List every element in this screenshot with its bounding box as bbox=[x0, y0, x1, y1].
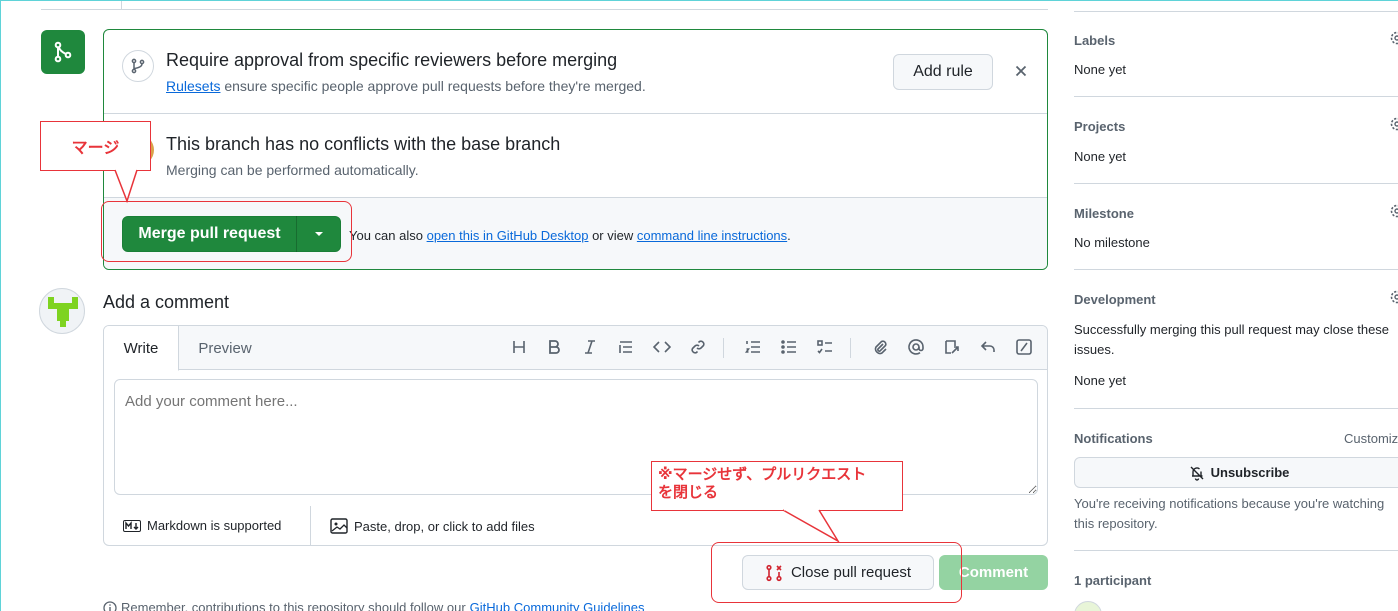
close-pr-callout: ※マージせず、プルリクエスト を閉じる bbox=[651, 461, 903, 511]
guidelines-note: Remember, contributions to this reposito… bbox=[103, 600, 645, 611]
info-icon bbox=[103, 600, 117, 611]
rulesets-link[interactable]: Rulesets bbox=[166, 78, 220, 94]
avatar bbox=[39, 288, 85, 334]
customize-link[interactable]: Customize bbox=[1344, 431, 1398, 446]
ruleset-section: Require approval from specific reviewers… bbox=[104, 30, 1047, 114]
github-desktop-link[interactable]: open this in GitHub Desktop bbox=[427, 228, 589, 243]
notifications-heading: Notifications bbox=[1074, 431, 1153, 446]
merge-callout-pointer bbox=[114, 167, 138, 204]
merge-hint: You can also open this in GitHub Desktop… bbox=[349, 228, 791, 243]
editor-tabbar: Write Preview bbox=[104, 326, 1047, 371]
attach-files-link[interactable]: Paste, drop, or click to add files bbox=[330, 518, 535, 534]
git-branch-icon bbox=[122, 50, 154, 82]
notification-reason: this repository. bbox=[1074, 516, 1158, 531]
participants-heading: 1 participant bbox=[1074, 573, 1152, 588]
timeline-stub bbox=[121, 1, 122, 10]
close-pr-highlight-box bbox=[711, 542, 962, 603]
projects-value: None yet bbox=[1074, 149, 1127, 164]
mention-icon[interactable] bbox=[905, 336, 927, 358]
close-pr-callout-pointer bbox=[782, 507, 841, 544]
conflict-description: Merging can be performed automatically. bbox=[166, 162, 419, 178]
task-list-icon[interactable] bbox=[814, 336, 836, 358]
code-icon[interactable] bbox=[651, 336, 673, 358]
development-description: Successfully merging this pull request m… bbox=[1074, 322, 1390, 337]
sidebar-divider bbox=[1074, 11, 1398, 12]
close-icon[interactable] bbox=[1012, 62, 1030, 80]
community-guidelines-link[interactable]: GitHub Community Guidelines bbox=[470, 600, 645, 611]
development-value: None yet bbox=[1074, 373, 1127, 388]
toolbar-separator bbox=[723, 338, 724, 358]
labels-heading[interactable]: Labels bbox=[1074, 33, 1115, 48]
gear-icon[interactable] bbox=[1389, 116, 1398, 137]
reply-icon[interactable] bbox=[977, 336, 999, 358]
tab-preview[interactable]: Preview bbox=[179, 326, 271, 371]
unordered-list-icon[interactable] bbox=[778, 336, 800, 358]
merge-callout: マージ bbox=[40, 121, 151, 171]
tab-write[interactable]: Write bbox=[104, 326, 179, 371]
milestone-heading[interactable]: Milestone bbox=[1074, 206, 1134, 221]
participant-avatar[interactable] bbox=[1074, 601, 1102, 611]
merge-highlight-box bbox=[101, 201, 352, 262]
sidebar-divider bbox=[1074, 183, 1398, 184]
conflict-section: This branch has no conflicts with the ba… bbox=[104, 114, 1047, 198]
toolbar-separator bbox=[850, 338, 851, 358]
unsubscribe-button[interactable]: Unsubscribe bbox=[1074, 457, 1398, 488]
italic-icon[interactable] bbox=[579, 336, 601, 358]
sidebar-divider bbox=[1074, 269, 1398, 270]
reference-icon[interactable] bbox=[941, 336, 963, 358]
development-heading[interactable]: Development bbox=[1074, 292, 1156, 307]
quote-icon[interactable] bbox=[615, 336, 637, 358]
conflict-title: This branch has no conflicts with the ba… bbox=[166, 134, 561, 154]
markdown-supported-link[interactable]: Markdown is supported bbox=[123, 518, 281, 533]
sidebar-divider bbox=[1074, 550, 1398, 551]
attach-icon[interactable] bbox=[869, 336, 891, 358]
ruleset-title: Require approval from specific reviewers… bbox=[166, 50, 618, 70]
ruleset-description: Rulesets ensure specific people approve … bbox=[166, 78, 646, 94]
git-merge-icon bbox=[41, 30, 85, 74]
development-description: issues. bbox=[1074, 342, 1115, 357]
projects-heading[interactable]: Projects bbox=[1074, 119, 1125, 134]
gear-icon[interactable] bbox=[1389, 289, 1398, 310]
slash-command-icon[interactable] bbox=[1013, 336, 1035, 358]
gear-icon[interactable] bbox=[1389, 203, 1398, 224]
labels-value: None yet bbox=[1074, 62, 1127, 77]
add-rule-button[interactable]: Add rule bbox=[893, 54, 993, 90]
link-icon[interactable] bbox=[687, 336, 709, 358]
sidebar-divider bbox=[1074, 408, 1398, 409]
editor-footer: Markdown is supported Paste, drop, or cl… bbox=[104, 506, 1047, 545]
comment-editor: Write Preview Markdown is supported bbox=[103, 325, 1048, 546]
bold-icon[interactable] bbox=[543, 336, 565, 358]
footer-divider bbox=[310, 506, 311, 545]
milestone-value: No milestone bbox=[1074, 235, 1150, 250]
notification-reason: You're receiving notifications because y… bbox=[1074, 496, 1385, 511]
timeline-divider bbox=[41, 9, 1048, 10]
add-comment-heading: Add a comment bbox=[103, 292, 230, 312]
heading-icon[interactable] bbox=[508, 336, 530, 358]
markdown-icon bbox=[123, 519, 141, 532]
gear-icon[interactable] bbox=[1389, 30, 1398, 51]
image-icon bbox=[330, 518, 348, 534]
numbered-list-icon[interactable] bbox=[742, 336, 764, 358]
bell-slash-icon bbox=[1190, 466, 1204, 481]
command-line-link[interactable]: command line instructions bbox=[637, 228, 787, 243]
sidebar-divider bbox=[1074, 96, 1398, 97]
